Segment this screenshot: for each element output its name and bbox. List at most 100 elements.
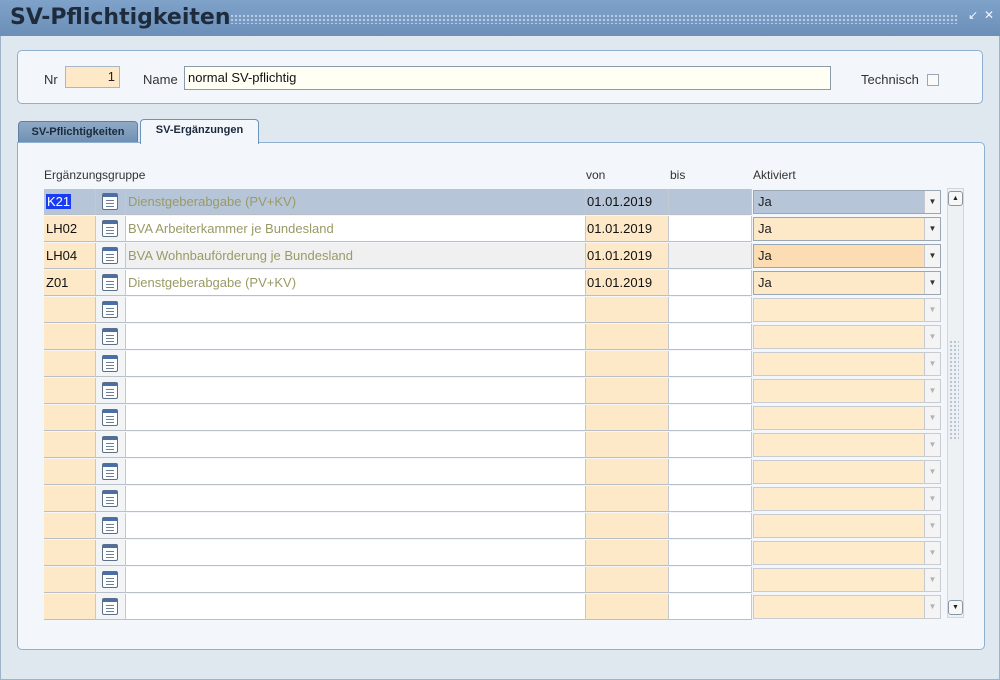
bis-cell[interactable] bbox=[669, 594, 752, 620]
code-cell[interactable] bbox=[44, 486, 96, 512]
chevron-down-icon[interactable]: ▼ bbox=[924, 191, 940, 213]
table-row[interactable]: Z01 Dienstgeberabgabe (PV+KV) 01.01.2019 Ja… bbox=[44, 270, 941, 296]
bis-cell[interactable] bbox=[669, 189, 752, 215]
code-cell[interactable] bbox=[44, 594, 96, 620]
aktiviert-select[interactable]: ▼ bbox=[753, 298, 941, 322]
table-row[interactable]: K21 Dienstgeberabgabe (PV+KV) 01.01.2019 Ja… bbox=[44, 189, 941, 215]
lookup-button[interactable] bbox=[96, 540, 126, 566]
code-cell[interactable] bbox=[44, 351, 96, 377]
von-cell[interactable] bbox=[586, 567, 669, 593]
chevron-down-icon[interactable]: ▼ bbox=[924, 596, 940, 618]
chevron-down-icon[interactable]: ▼ bbox=[924, 488, 940, 510]
von-cell[interactable] bbox=[586, 459, 669, 485]
chevron-down-icon[interactable]: ▼ bbox=[924, 569, 940, 591]
lookup-button[interactable] bbox=[96, 459, 126, 485]
lookup-button[interactable] bbox=[96, 216, 126, 242]
lookup-button[interactable] bbox=[96, 405, 126, 431]
nr-field[interactable]: 1 bbox=[65, 66, 120, 88]
aktiviert-select[interactable]: ▼ bbox=[753, 433, 941, 457]
code-cell[interactable]: LH02 bbox=[44, 216, 96, 242]
chevron-down-icon[interactable]: ▼ bbox=[924, 380, 940, 402]
tab-sv-ergaenzungen[interactable]: SV-Ergänzungen bbox=[140, 119, 259, 144]
aktiviert-select[interactable]: ▼ bbox=[753, 487, 941, 511]
bis-cell[interactable] bbox=[669, 351, 752, 377]
table-row[interactable]: ▼ bbox=[44, 459, 941, 485]
lookup-button[interactable] bbox=[96, 270, 126, 296]
resize-grip[interactable] bbox=[949, 340, 959, 440]
aktiviert-select[interactable]: ▼ bbox=[753, 514, 941, 538]
table-row[interactable]: ▼ bbox=[44, 513, 941, 539]
code-cell[interactable] bbox=[44, 378, 96, 404]
aktiviert-select[interactable]: ▼ bbox=[753, 352, 941, 376]
aktiviert-select[interactable]: Ja ▼ bbox=[753, 190, 941, 214]
von-cell[interactable]: 01.01.2019 bbox=[586, 189, 669, 215]
code-cell[interactable] bbox=[44, 513, 96, 539]
bis-cell[interactable] bbox=[669, 216, 752, 242]
scroll-down-icon[interactable]: ▼ bbox=[948, 600, 963, 615]
aktiviert-select[interactable]: ▼ bbox=[753, 568, 941, 592]
chevron-down-icon[interactable]: ▼ bbox=[924, 515, 940, 537]
code-cell[interactable] bbox=[44, 324, 96, 350]
von-cell[interactable] bbox=[586, 594, 669, 620]
bis-cell[interactable] bbox=[669, 513, 752, 539]
chevron-down-icon[interactable]: ▼ bbox=[924, 407, 940, 429]
aktiviert-select[interactable]: ▼ bbox=[753, 406, 941, 430]
aktiviert-select[interactable]: Ja ▼ bbox=[753, 217, 941, 241]
table-row[interactable]: ▼ bbox=[44, 378, 941, 404]
minimize-icon[interactable]: ↙ bbox=[966, 8, 980, 22]
table-row[interactable]: ▼ bbox=[44, 351, 941, 377]
aktiviert-select[interactable]: ▼ bbox=[753, 379, 941, 403]
lookup-button[interactable] bbox=[96, 567, 126, 593]
von-cell[interactable] bbox=[586, 513, 669, 539]
code-cell[interactable]: Z01 bbox=[44, 270, 96, 296]
code-cell[interactable]: K21 bbox=[44, 189, 96, 215]
von-cell[interactable] bbox=[586, 351, 669, 377]
von-cell[interactable] bbox=[586, 324, 669, 350]
code-cell[interactable] bbox=[44, 405, 96, 431]
chevron-down-icon[interactable]: ▼ bbox=[924, 434, 940, 456]
bis-cell[interactable] bbox=[669, 486, 752, 512]
name-field[interactable]: normal SV-pflichtig bbox=[184, 66, 831, 90]
bis-cell[interactable] bbox=[669, 459, 752, 485]
code-cell[interactable] bbox=[44, 567, 96, 593]
bis-cell[interactable] bbox=[669, 243, 752, 269]
lookup-button[interactable] bbox=[96, 378, 126, 404]
table-row[interactable]: ▼ bbox=[44, 297, 941, 323]
table-row[interactable]: ▼ bbox=[44, 486, 941, 512]
von-cell[interactable] bbox=[586, 405, 669, 431]
lookup-button[interactable] bbox=[96, 486, 126, 512]
von-cell[interactable]: 01.01.2019 bbox=[586, 270, 669, 296]
table-row[interactable]: LH02 BVA Arbeiterkammer je Bundesland 01.0… bbox=[44, 216, 941, 242]
von-cell[interactable]: 01.01.2019 bbox=[586, 243, 669, 269]
lookup-button[interactable] bbox=[96, 432, 126, 458]
von-cell[interactable] bbox=[586, 540, 669, 566]
bis-cell[interactable] bbox=[669, 297, 752, 323]
lookup-button[interactable] bbox=[96, 513, 126, 539]
von-cell[interactable] bbox=[586, 378, 669, 404]
bis-cell[interactable] bbox=[669, 270, 752, 296]
chevron-down-icon[interactable]: ▼ bbox=[924, 218, 940, 240]
code-cell[interactable] bbox=[44, 459, 96, 485]
lookup-button[interactable] bbox=[96, 243, 126, 269]
chevron-down-icon[interactable]: ▼ bbox=[924, 353, 940, 375]
lookup-button[interactable] bbox=[96, 189, 126, 215]
scroll-up-icon[interactable]: ▲ bbox=[948, 191, 963, 206]
aktiviert-select[interactable]: ▼ bbox=[753, 541, 941, 565]
von-cell[interactable]: 01.01.2019 bbox=[586, 216, 669, 242]
table-row[interactable]: ▼ bbox=[44, 540, 941, 566]
code-cell[interactable] bbox=[44, 432, 96, 458]
table-row[interactable]: ▼ bbox=[44, 594, 941, 620]
chevron-down-icon[interactable]: ▼ bbox=[924, 299, 940, 321]
code-cell[interactable] bbox=[44, 540, 96, 566]
table-row[interactable]: LH04 BVA Wohnbauförderung je Bundesland 01… bbox=[44, 243, 941, 269]
lookup-button[interactable] bbox=[96, 324, 126, 350]
aktiviert-select[interactable]: ▼ bbox=[753, 325, 941, 349]
table-row[interactable]: ▼ bbox=[44, 432, 941, 458]
bis-cell[interactable] bbox=[669, 567, 752, 593]
chevron-down-icon[interactable]: ▼ bbox=[924, 542, 940, 564]
lookup-button[interactable] bbox=[96, 297, 126, 323]
tab-sv-pflichtigkeiten[interactable]: SV-Pflichtigkeiten bbox=[18, 121, 138, 144]
table-row[interactable]: ▼ bbox=[44, 567, 941, 593]
aktiviert-select[interactable]: ▼ bbox=[753, 460, 941, 484]
lookup-button[interactable] bbox=[96, 594, 126, 620]
